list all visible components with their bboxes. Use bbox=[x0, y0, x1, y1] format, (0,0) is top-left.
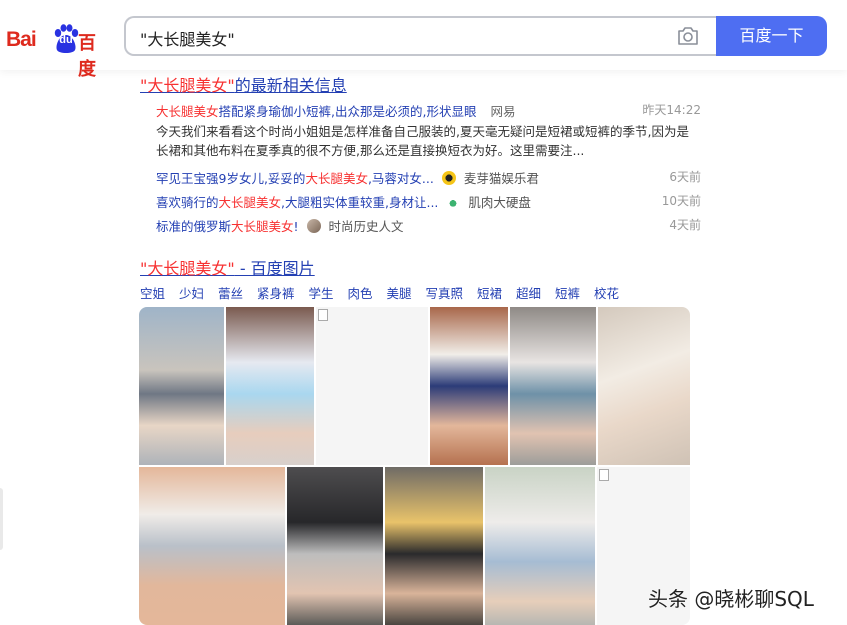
image-tag[interactable]: 超细 bbox=[516, 286, 541, 301]
image-thumbnail[interactable] bbox=[287, 467, 383, 625]
news-title-highlight: "大长腿美女" bbox=[140, 76, 235, 95]
image-title-rest: - 百度图片 bbox=[234, 259, 315, 278]
image-thumbnail[interactable] bbox=[485, 467, 595, 625]
camera-icon[interactable] bbox=[676, 26, 700, 46]
news-title-rest: 的最新相关信息 bbox=[234, 76, 347, 95]
image-tag[interactable]: 学生 bbox=[309, 286, 334, 301]
image-tag[interactable]: 美腿 bbox=[387, 286, 412, 301]
source-avatar-icon bbox=[306, 219, 321, 233]
news-item-source[interactable]: 肌肉大硬盘 bbox=[468, 195, 531, 210]
image-thumbnail[interactable] bbox=[598, 307, 690, 465]
news-item-title[interactable]: 罕见王宝强9岁女儿,妥妥的大长腿美女,马蓉对女... bbox=[156, 171, 434, 186]
logo-bai: Bai bbox=[6, 28, 37, 51]
image-tag[interactable]: 空姐 bbox=[140, 286, 165, 301]
image-thumbnail[interactable] bbox=[385, 467, 483, 625]
title-text: 搭配紧身瑜伽小短裤,出众那是必须的,形状显眼 bbox=[218, 104, 477, 119]
title-text: 罕见王宝强9岁女儿,妥妥的 bbox=[156, 171, 306, 186]
image-thumbnail[interactable] bbox=[139, 467, 285, 625]
image-tag[interactable]: 蕾丝 bbox=[218, 286, 243, 301]
source-avatar-icon bbox=[446, 195, 461, 209]
title-text: 喜欢骑行的 bbox=[156, 195, 219, 210]
image-thumbnail[interactable] bbox=[139, 307, 224, 465]
news-item-title[interactable]: 喜欢骑行的大长腿美女,大腿粗实体重较重,身材让... bbox=[156, 195, 438, 210]
title-text: ,马蓉对女... bbox=[367, 171, 434, 186]
baidu-logo[interactable]: Bai du 百度 bbox=[6, 20, 110, 80]
title-highlight: 大长腿美女 bbox=[231, 219, 294, 234]
broken-image-icon bbox=[318, 309, 328, 321]
news-main-head[interactable]: 大长腿美女搭配紧身瑜伽小短裤,出众那是必须的,形状显眼 网易 昨天14:22 bbox=[156, 101, 701, 119]
news-item: 喜欢骑行的大长腿美女,大腿粗实体重较重,身材让... 肌肉大硬盘 10天前 bbox=[156, 192, 701, 212]
news-item-time: 6天前 bbox=[669, 170, 701, 184]
image-tag[interactable]: 短裙 bbox=[477, 286, 502, 301]
logo-du: du bbox=[59, 34, 73, 46]
news-section-title[interactable]: "大长腿美女"的最新相关信息 bbox=[140, 72, 347, 96]
image-tag[interactable]: 校花 bbox=[594, 286, 619, 301]
title-highlight: 大长腿美女 bbox=[305, 171, 368, 186]
image-tag[interactable]: 短裤 bbox=[555, 286, 580, 301]
news-main-time: 昨天14:22 bbox=[642, 103, 701, 117]
watermark: 头条 @晓彬聊SQL bbox=[648, 587, 814, 611]
news-item-time: 4天前 bbox=[669, 218, 701, 232]
source-avatar-icon bbox=[441, 171, 456, 185]
search-button[interactable]: 百度一下 bbox=[716, 16, 827, 56]
side-scroll-tab[interactable] bbox=[0, 488, 3, 550]
logo-baidu-cn: 百度 bbox=[78, 33, 96, 80]
image-thumbnail[interactable] bbox=[430, 307, 508, 465]
image-tag[interactable]: 紧身裤 bbox=[257, 286, 295, 301]
image-title-highlight: "大长腿美女" bbox=[140, 259, 235, 278]
news-main-source: 网易 bbox=[490, 104, 516, 119]
title-highlight: 大长腿美女 bbox=[156, 104, 219, 119]
news-main-item: 大长腿美女搭配紧身瑜伽小短裤,出众那是必须的,形状显眼 网易 昨天14:22 今… bbox=[156, 101, 701, 160]
news-item: 罕见王宝强9岁女儿,妥妥的大长腿美女,马蓉对女... 麦芽猫娱乐君 6天前 bbox=[156, 168, 701, 188]
search-input[interactable]: "大长腿美女" bbox=[140, 26, 235, 50]
title-highlight: 大长腿美女 bbox=[218, 195, 282, 210]
header: Bai du 百度 "大长腿美女" 百度一下 bbox=[0, 0, 847, 80]
news-item-time: 10天前 bbox=[661, 194, 701, 208]
image-thumbnail[interactable] bbox=[226, 307, 314, 465]
broken-image-thumbnail[interactable] bbox=[316, 307, 428, 465]
search-box[interactable]: "大长腿美女" bbox=[124, 16, 718, 56]
image-tag[interactable]: 肉色 bbox=[348, 286, 373, 301]
image-section-title[interactable]: "大长腿美女" - 百度图片 bbox=[140, 255, 315, 279]
broken-image-icon bbox=[599, 469, 609, 481]
image-tag[interactable]: 写真照 bbox=[426, 286, 464, 301]
title-text: ! bbox=[293, 219, 299, 234]
news-item-title[interactable]: 标准的俄罗斯大长腿美女! bbox=[156, 219, 299, 234]
news-main-desc: 今天我们来看看这个时尚小姐姐是怎样准备自己服装的,夏天毫无疑问是短裙或短裤的季节… bbox=[156, 124, 689, 158]
news-item-source[interactable]: 麦芽猫娱乐君 bbox=[464, 171, 539, 186]
image-grid bbox=[139, 307, 690, 625]
title-text: ,大腿粗实体重较重,身材让... bbox=[281, 195, 439, 210]
image-tag[interactable]: 少妇 bbox=[179, 286, 204, 301]
news-main-title[interactable]: 大长腿美女搭配紧身瑜伽小短裤,出众那是必须的,形状显眼 bbox=[156, 104, 476, 119]
news-item: 标准的俄罗斯大长腿美女! 时尚历史人文 4天前 bbox=[156, 216, 701, 236]
image-thumbnail[interactable] bbox=[510, 307, 596, 465]
news-item-source[interactable]: 时尚历史人文 bbox=[329, 219, 404, 234]
image-tags: 空姐 少妇 蕾丝 紧身裤 学生 肉色 美腿 写真照 短裙 超细 短裤 校花 bbox=[140, 283, 629, 302]
title-text: 标准的俄罗斯 bbox=[156, 219, 232, 234]
